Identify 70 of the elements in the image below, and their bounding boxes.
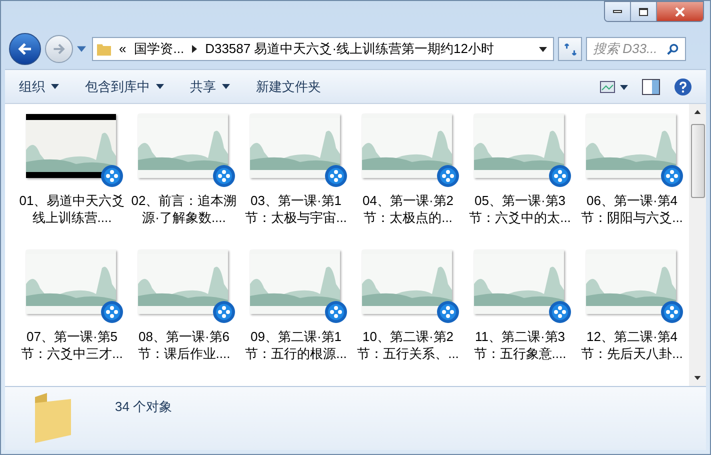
video-file-icon: [324, 164, 348, 188]
dropdown-icon: [156, 84, 164, 89]
video-file-icon: [212, 164, 236, 188]
file-item[interactable]: 10、第二课·第2节：五行关系、...: [353, 250, 463, 362]
chevron-icon[interactable]: [192, 45, 198, 53]
back-button[interactable]: [9, 33, 41, 65]
help-icon[interactable]: [674, 78, 692, 96]
file-name: 01、易道中天六爻线上训练营....: [18, 192, 126, 226]
file-name: 06、第一课·第4节：阴阳与六爻...: [580, 192, 684, 226]
toolbar-button[interactable]: 新建文件夹: [256, 76, 321, 96]
video-file-icon: [212, 300, 236, 324]
video-file-icon: [660, 164, 684, 188]
file-name: 11、第二课·第3节：五行象意....: [472, 328, 568, 362]
toolbar-button[interactable]: 包含到库中: [85, 76, 164, 96]
minimize-button[interactable]: [605, 2, 631, 21]
file-item[interactable]: 04、第一课·第2节：太极点的...: [353, 114, 463, 226]
file-name: 04、第一课·第2节：太极点的...: [361, 192, 455, 226]
search-field[interactable]: 搜索 D33...: [586, 37, 686, 61]
refresh-icon: [564, 42, 576, 56]
dropdown-icon: [222, 84, 230, 89]
down-arrow-icon[interactable]: [694, 376, 701, 380]
file-item[interactable]: 02、前言：追本溯源·了解象数....: [129, 114, 239, 226]
close-icon: [675, 6, 685, 16]
file-name: 08、第一课·第6节：课后作业....: [136, 328, 232, 362]
file-item[interactable]: 08、第一课·第6节：课后作业....: [129, 250, 239, 362]
toolbar-button[interactable]: 组织: [19, 76, 59, 96]
file-item[interactable]: 12、第二课·第4节：先后天八卦...: [577, 250, 687, 362]
history-dropdown-icon[interactable]: [77, 46, 86, 52]
video-file-icon: [436, 300, 460, 324]
file-name: 07、第一课·第5节：六爻中三才...: [20, 328, 124, 362]
video-file-icon: [660, 300, 684, 324]
file-item[interactable]: 01、易道中天六爻线上训练营....: [17, 114, 127, 226]
file-name: 02、前言：追本溯源·了解象数....: [130, 192, 238, 226]
address-overflow[interactable]: «: [119, 39, 126, 59]
file-item[interactable]: 07、第一课·第5节：六爻中三才...: [17, 250, 127, 362]
file-item[interactable]: 05、第一课·第3节：六爻中的太...: [465, 114, 575, 226]
video-file-icon: [548, 300, 572, 324]
scroll-thumb[interactable]: [690, 124, 704, 198]
view-options-icon[interactable]: [600, 80, 628, 92]
folder-icon: [97, 42, 111, 56]
maximize-button[interactable]: [631, 2, 657, 21]
file-item[interactable]: 06、第一课·第4节：阴阳与六爻...: [577, 114, 687, 226]
file-name: 03、第一课·第1节：太极与宇宙...: [244, 192, 348, 226]
scrollbar[interactable]: [689, 104, 706, 386]
video-file-icon: [324, 300, 348, 324]
dropdown-icon: [51, 84, 59, 89]
up-arrow-icon[interactable]: [694, 110, 701, 114]
file-item[interactable]: 03、第一课·第1节：太极与宇宙...: [241, 114, 351, 226]
file-name: 12、第二课·第4节：先后天八卦...: [580, 328, 684, 362]
file-name: 09、第二课·第1节：五行的根源...: [244, 328, 348, 362]
file-name: 10、第二课·第2节：五行关系、...: [356, 328, 460, 362]
breadcrumb[interactable]: D33587 易道中天六爻·线上训练营第一期约12小时: [205, 39, 494, 59]
file-item[interactable]: 09、第二课·第1节：五行的根源...: [241, 250, 351, 362]
video-file-icon: [100, 164, 124, 188]
video-file-icon: [100, 300, 124, 324]
right-arrow-icon: [52, 42, 66, 56]
item-count: 34 个对象: [115, 398, 172, 416]
left-arrow-icon: [17, 41, 33, 57]
video-file-icon: [548, 164, 572, 188]
close-button[interactable]: [657, 2, 703, 21]
file-name: 05、第一课·第3节：六爻中的太...: [468, 192, 572, 226]
dropdown-icon[interactable]: [539, 46, 547, 52]
file-item[interactable]: 11、第二课·第3节：五行象意....: [465, 250, 575, 362]
breadcrumb[interactable]: 国学资...: [134, 39, 184, 59]
toolbar-button[interactable]: 共享: [190, 76, 230, 96]
refresh-button[interactable]: [558, 37, 582, 61]
preview-pane-icon[interactable]: [642, 78, 660, 94]
address-bar[interactable]: « 国学资... D33587 易道中天六爻·线上训练营第一期约12小时: [92, 37, 554, 61]
search-icon: [667, 43, 679, 55]
video-file-icon: [436, 164, 460, 188]
